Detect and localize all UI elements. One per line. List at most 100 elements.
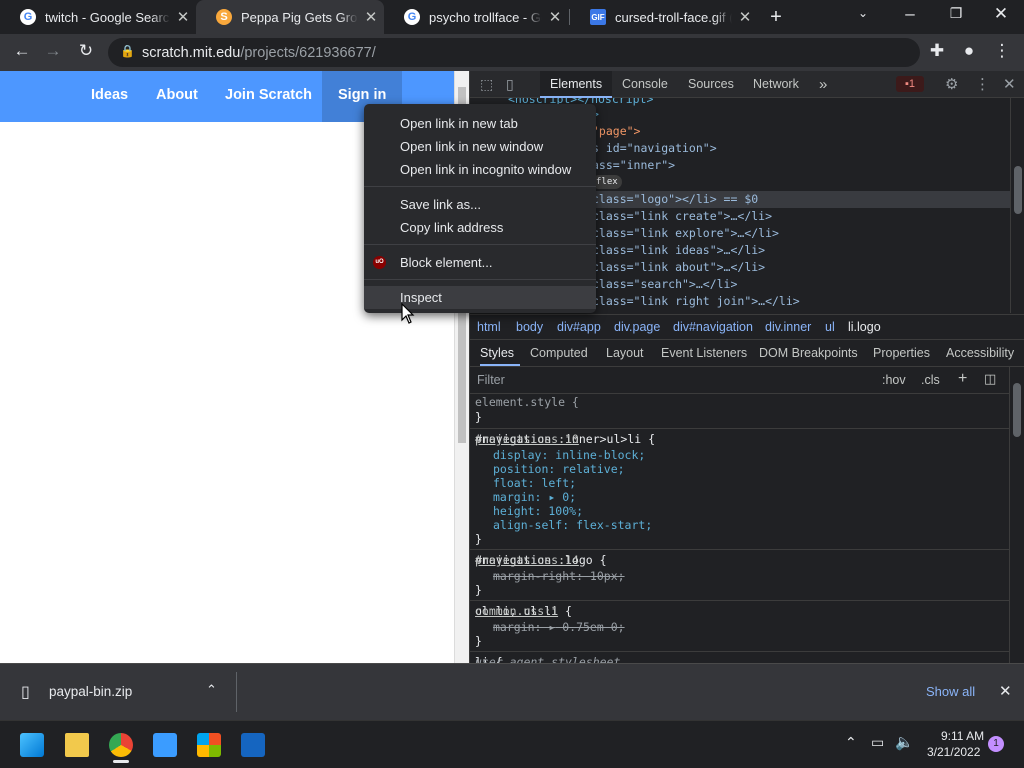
rule-selector[interactable]: element.style { <box>475 395 579 409</box>
rule-prop[interactable]: display: inline-block; <box>493 448 645 462</box>
subtab-event-listeners[interactable]: Event Listeners <box>661 346 747 360</box>
inspect-element-icon[interactable]: ⬚ <box>480 76 493 93</box>
url-text[interactable]: scratch.mit.edu/projects/621936677/ <box>142 45 376 61</box>
notepad-icon[interactable] <box>153 733 177 757</box>
more-tabs-icon[interactable]: » <box>819 71 827 98</box>
dom-line[interactable]: class="link explore">…</li> <box>592 225 779 242</box>
rule-prop[interactable]: position: relative; <box>493 462 625 476</box>
extensions-icon[interactable]: ✚ <box>925 41 949 61</box>
microsoft-store-icon[interactable] <box>197 733 221 757</box>
menu-open-incognito[interactable]: Open link in incognito window <box>364 158 596 181</box>
tab-psycho-trollface[interactable]: G psycho trollface - Goog ✕ <box>384 0 568 34</box>
close-window-icon[interactable]: ✕ <box>989 4 1013 24</box>
tab-search-icon[interactable]: ⌄ <box>851 6 875 20</box>
styles-scrollbar[interactable] <box>1009 367 1024 663</box>
rule-prop[interactable]: float: left; <box>493 476 576 490</box>
crumb-html[interactable]: html <box>477 320 501 334</box>
dom-line[interactable]: class="link create">…</li> <box>592 208 772 225</box>
subtab-accessibility[interactable]: Accessibility <box>946 346 1014 360</box>
new-rule-icon[interactable]: + <box>958 370 967 388</box>
menu-kebab-icon[interactable]: ⋮ <box>990 41 1014 61</box>
new-tab-button[interactable]: + <box>764 6 788 29</box>
rule-source-link[interactable]: projects.css:10 <box>475 432 1006 446</box>
close-download-shelf-icon[interactable]: ✕ <box>999 682 1012 700</box>
restore-icon[interactable]: ❐ <box>944 5 968 22</box>
address-bar[interactable]: 🔒 scratch.mit.edu/projects/621936677/ <box>108 38 920 67</box>
dom-line[interactable]: class="link about">…</li> <box>592 259 765 276</box>
dom-line[interactable]: class="link right join">…</li> <box>592 293 800 310</box>
menu-open-new-tab[interactable]: Open link in new tab <box>364 112 596 135</box>
dom-line[interactable]: s id="navigation"> <box>592 140 717 157</box>
rule-prop-overridden[interactable]: margin-right: 10px; <box>493 569 625 583</box>
tab-network[interactable]: Network <box>753 71 799 98</box>
close-devtools-icon[interactable]: ✕ <box>1003 75 1016 93</box>
tab-console[interactable]: Console <box>622 71 668 98</box>
nav-join-link[interactable]: Join Scratch <box>225 71 312 122</box>
tab-sources[interactable]: Sources <box>688 71 734 98</box>
windows-start-icon[interactable] <box>20 733 44 757</box>
crumb-li-logo[interactable]: li.logo <box>848 320 881 334</box>
nav-ideas-link[interactable]: Ideas <box>91 71 128 122</box>
download-options-chevron-icon[interactable]: ⌃ <box>206 682 217 698</box>
rule-prop[interactable]: height: 100%; <box>493 504 583 518</box>
cls-toggle[interactable]: .cls <box>921 373 940 387</box>
rule-prop-overridden[interactable]: margin: ▸ 0.75em 0; <box>493 620 625 634</box>
paint-app-icon[interactable] <box>241 733 265 757</box>
subtab-layout[interactable]: Layout <box>606 346 644 360</box>
forward-icon[interactable]: → <box>41 41 65 61</box>
menu-save-link-as[interactable]: Save link as... <box>364 193 596 216</box>
tab-cursed-troll-gif[interactable]: GIF cursed-troll-face.gif (5 ✕ <box>570 0 758 34</box>
file-explorer-icon[interactable] <box>65 733 89 757</box>
subtab-styles[interactable]: Styles <box>480 346 514 360</box>
close-tab-icon[interactable]: ✕ <box>358 8 384 26</box>
back-icon[interactable]: ← <box>10 41 34 61</box>
toggle-sidebar-icon[interactable]: ◫ <box>984 371 996 387</box>
styles-scrollbar-thumb[interactable] <box>1013 383 1021 437</box>
dom-line[interactable]: class="search">…</li> <box>592 276 737 293</box>
tab-elements[interactable]: Elements <box>540 71 613 98</box>
system-tray-chevron-icon[interactable]: ⌃ <box>845 734 857 751</box>
subtab-computed[interactable]: Computed <box>530 346 588 360</box>
close-tab-icon[interactable]: ✕ <box>170 8 196 26</box>
subtab-properties[interactable]: Properties <box>873 346 930 360</box>
menu-inspect[interactable]: Inspect <box>364 286 596 309</box>
crumb-div-navigation[interactable]: div#navigation <box>673 320 753 334</box>
filter-input[interactable]: Filter <box>477 373 505 387</box>
dom-line[interactable]: "page"> <box>592 123 640 140</box>
close-tab-icon[interactable]: ✕ <box>732 8 758 26</box>
crumb-div-app[interactable]: div#app <box>557 320 601 334</box>
menu-open-new-window[interactable]: Open link in new window <box>364 135 596 158</box>
nav-about-link[interactable]: About <box>156 71 198 122</box>
profile-avatar[interactable]: ● <box>957 41 981 61</box>
volume-icon[interactable]: 🔈 <box>895 733 914 751</box>
chrome-icon[interactable] <box>109 733 133 757</box>
clock-time[interactable]: 9:11 AM <box>941 729 984 743</box>
crumb-ul[interactable]: ul <box>825 320 835 334</box>
device-toolbar-icon[interactable]: ▯ <box>506 76 514 93</box>
flex-badge[interactable]: flex <box>592 175 622 189</box>
subtab-dom-breakpoints[interactable]: DOM Breakpoints <box>759 346 858 360</box>
crumb-body[interactable]: body <box>516 320 543 334</box>
dom-scrollbar-thumb[interactable] <box>1014 166 1022 214</box>
minimize-icon[interactable]: – <box>898 4 922 24</box>
menu-copy-link-address[interactable]: Copy link address <box>364 216 596 239</box>
devtools-kebab-icon[interactable]: ⋮ <box>975 75 990 93</box>
tab-peppa-pig[interactable]: S Peppa Pig Gets Grounded ✕ <box>196 0 384 34</box>
dom-line[interactable]: class="link ideas">…</li> <box>592 242 765 259</box>
dom-line-selected[interactable]: class="logo"></li> == $0 <box>592 191 758 208</box>
crumb-div-inner[interactable]: div.inner <box>765 320 811 334</box>
hov-toggle[interactable]: :hov <box>882 373 906 387</box>
clock-date[interactable]: 3/21/2022 <box>927 745 980 759</box>
dom-scrollbar[interactable] <box>1010 98 1024 313</box>
settings-gear-icon[interactable]: ⚙ <box>945 75 958 93</box>
notification-badge[interactable]: 1 <box>988 736 1004 752</box>
crumb-div-page[interactable]: div.page <box>614 320 660 334</box>
error-badge[interactable]: ▪1 <box>896 76 924 92</box>
show-all-button[interactable]: Show all <box>926 684 975 699</box>
close-tab-icon[interactable]: ✕ <box>542 8 568 26</box>
rule-prop[interactable]: align-self: flex-start; <box>493 518 652 532</box>
rule-source-link[interactable]: common.css:1 <box>475 604 1006 618</box>
menu-block-element[interactable]: uO Block element... <box>364 251 596 274</box>
network-icon[interactable]: ▭ <box>871 734 884 751</box>
rule-prop[interactable]: margin: ▸ 0; <box>493 490 576 504</box>
